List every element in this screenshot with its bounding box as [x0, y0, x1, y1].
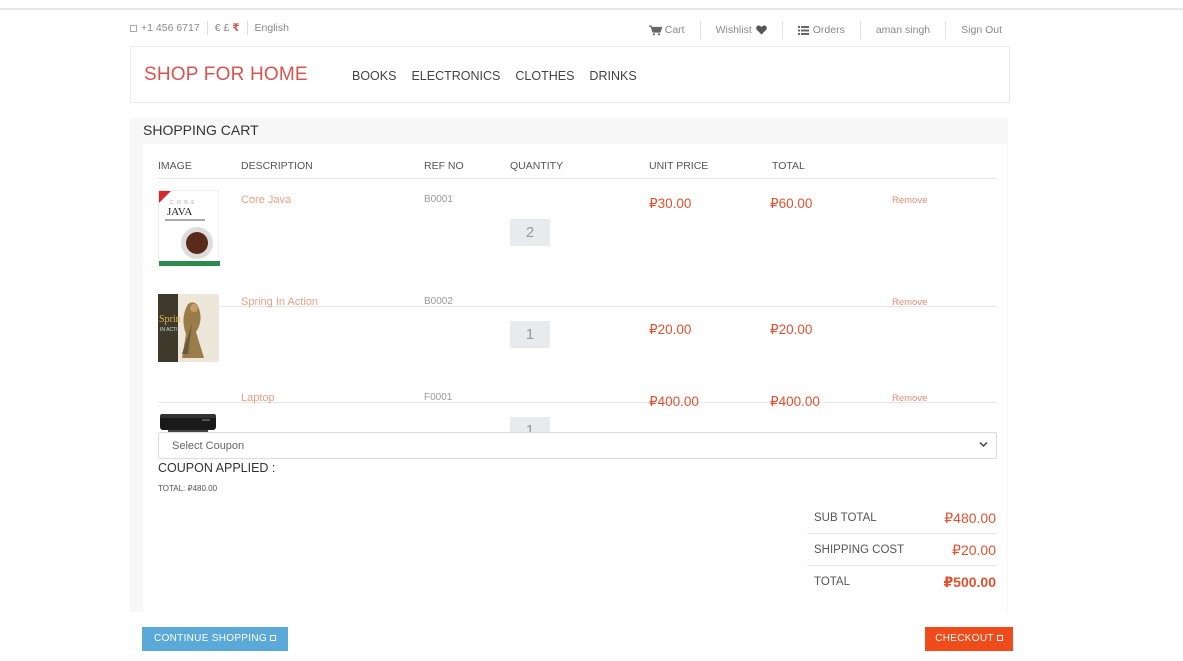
top-divider [0, 8, 1183, 10]
continue-shopping-button[interactable]: CONTINUE SHOPPING [142, 627, 288, 651]
coupon-select[interactable]: Select Coupon [158, 432, 997, 459]
grand-total-label: TOTAL [814, 576, 850, 588]
coupon-applied-label: COUPON APPLIED : [158, 461, 276, 475]
orders-label: Orders [812, 24, 845, 36]
unit-price-spring-in-action: ₽20.00 [649, 322, 692, 337]
phone-number: +1 456 6717 [141, 22, 200, 34]
shipping-cost-value: ₽20.00 [952, 542, 996, 558]
main-navbar: SHOP FOR HOME BOOKS ELECTRONICS CLOTHES … [130, 46, 1010, 103]
header-ref: REF NO [424, 160, 464, 172]
coupon-select-placeholder: Select Coupon [172, 440, 245, 452]
product-name-laptop[interactable]: Laptop [241, 392, 275, 404]
phone-icon [130, 24, 137, 32]
product-name-core-java[interactable]: Core Java [241, 194, 291, 206]
heart-icon [755, 25, 767, 35]
quantity-core-java[interactable]: 2 [510, 219, 550, 246]
header-quantity: QUANTITY [510, 160, 564, 172]
quantity-spring-in-action[interactable]: 1 [510, 321, 550, 348]
product-name-spring-in-action[interactable]: Spring In Action [241, 296, 318, 308]
nav-clothes[interactable]: CLOTHES [515, 69, 574, 83]
remove-spring-in-action[interactable]: Remove [892, 297, 927, 308]
book-cover-icon: C O R E JAVA [159, 191, 220, 266]
orders-link[interactable]: Orders [797, 24, 845, 36]
total-laptop: ₽400.00 [770, 394, 820, 409]
sub-total-value: ₽480.00 [944, 510, 996, 526]
coupon-total: TOTAL: ₽480.00 [158, 484, 218, 493]
unit-price-core-java: ₽30.00 [649, 196, 692, 211]
grand-total-value: ₽500.00 [943, 574, 996, 590]
unit-price-laptop: ₽400.00 [649, 394, 699, 409]
continue-shopping-label: CONTINUE SHOPPING [154, 633, 267, 644]
wishlist-label: Wishlist [715, 24, 752, 36]
language-selector[interactable]: English [255, 22, 289, 34]
arrow-icon [269, 635, 276, 642]
svg-text:IN ACTI: IN ACTI [160, 327, 178, 333]
book-cover-icon: Sprin IN ACTI [158, 294, 219, 362]
header-unit-price: UNIT PRICE [649, 160, 709, 172]
cart-link[interactable]: Cart [648, 24, 685, 36]
nav-books[interactable]: BOOKS [352, 69, 396, 83]
currency-euro[interactable]: € [215, 22, 221, 34]
product-image-core-java[interactable]: C O R E JAVA [158, 190, 220, 266]
wishlist-link[interactable]: Wishlist [716, 24, 767, 36]
svg-text:JAVA: JAVA [167, 206, 192, 218]
checkout-label: CHECKOUT [935, 633, 994, 644]
sign-out-link[interactable]: Sign Out [961, 24, 1002, 36]
svg-text:Sprin: Sprin [159, 314, 181, 325]
user-name[interactable]: aman singh [876, 24, 930, 36]
shipping-cost-label: SHIPPING COST [814, 544, 905, 556]
currency-rupee[interactable]: ₹ [232, 22, 239, 34]
ref-spring-in-action: B0002 [424, 296, 453, 307]
cart-content: IMAGE DESCRIPTION REF NO QUANTITY UNIT P… [143, 144, 1007, 612]
currency-pound[interactable]: £ [223, 22, 229, 34]
top-bar: +1 456 6717 € £ ₹ English Cart Wishlist … [130, 16, 1010, 42]
checkout-button[interactable]: CHECKOUT [925, 627, 1013, 651]
ref-core-java: B0001 [424, 194, 453, 205]
header-description: DESCRIPTION [241, 160, 313, 172]
product-image-spring-in-action[interactable]: Sprin IN ACTI [158, 294, 219, 362]
printer-icon [160, 414, 216, 432]
cart-icon [648, 24, 662, 35]
list-icon [797, 25, 809, 35]
header-total: TOTAL [772, 160, 805, 172]
header-image: IMAGE [158, 160, 192, 172]
product-image-laptop[interactable] [158, 410, 218, 434]
ref-laptop: F0001 [424, 392, 453, 403]
sub-total-label: SUB TOTAL [814, 512, 877, 524]
total-core-java: ₽60.00 [770, 196, 813, 211]
arrow-icon [996, 635, 1003, 642]
remove-laptop[interactable]: Remove [892, 393, 927, 404]
top-bar-left: +1 456 6717 € £ ₹ English [130, 21, 289, 35]
category-nav: BOOKS ELECTRONICS CLOTHES DRINKS [352, 69, 652, 83]
shopping-cart-panel: SHOPPING CART IMAGE DESCRIPTION REF NO Q… [130, 118, 1008, 612]
chevron-down-icon [979, 441, 988, 448]
brand-logo[interactable]: SHOP FOR HOME [144, 64, 308, 86]
total-spring-in-action: ₽20.00 [770, 322, 813, 337]
cart-title: SHOPPING CART [143, 122, 259, 138]
nav-drinks[interactable]: DRINKS [589, 69, 636, 83]
nav-electronics[interactable]: ELECTRONICS [411, 69, 500, 83]
top-bar-right: Cart Wishlist Orders aman singh Sign Out [648, 21, 1002, 39]
cart-label: Cart [664, 24, 685, 36]
remove-core-java[interactable]: Remove [892, 195, 927, 206]
